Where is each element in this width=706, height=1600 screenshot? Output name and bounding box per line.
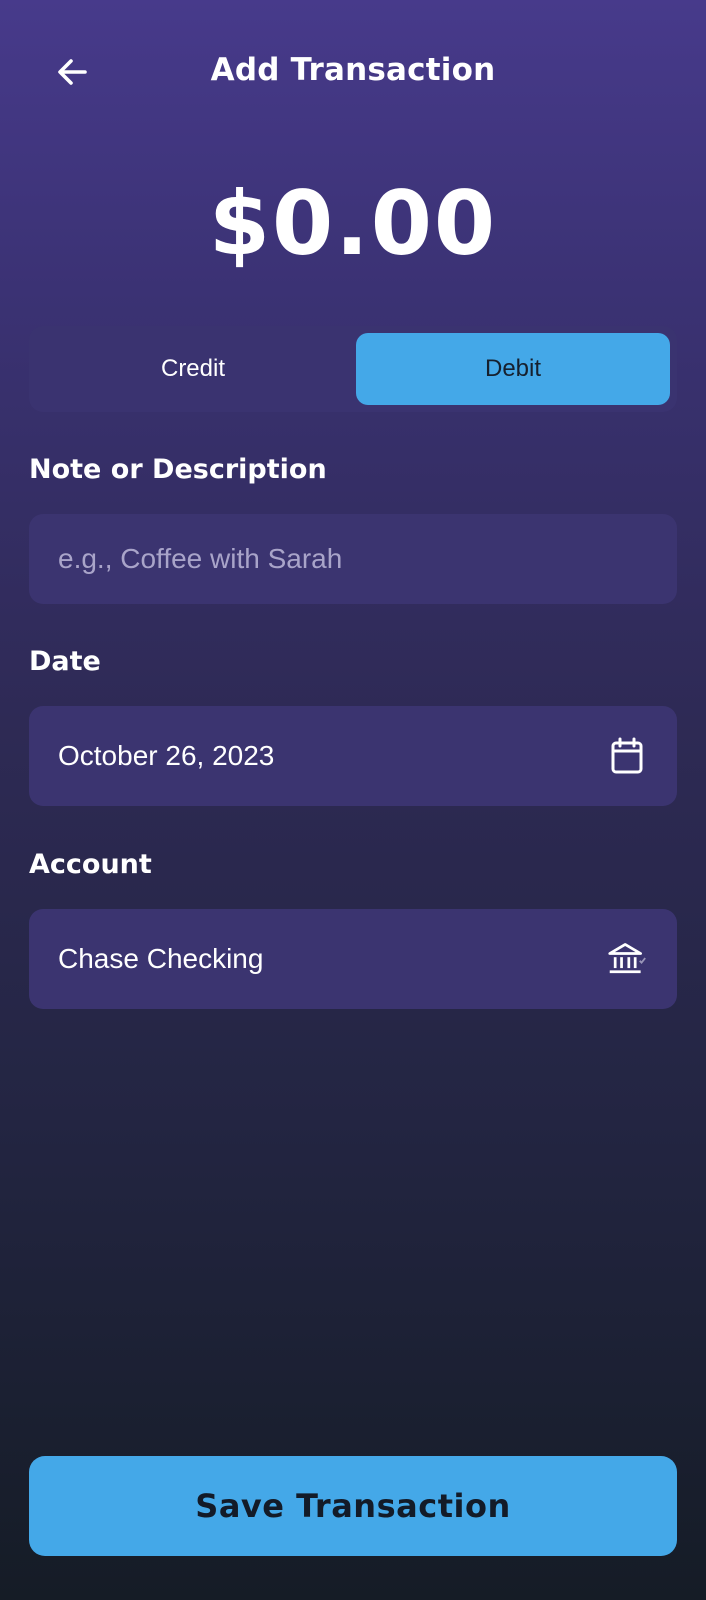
account-field[interactable]: Chase Checking (29, 909, 677, 1009)
page-title: Add Transaction (210, 52, 496, 88)
header: Add Transaction (0, 0, 706, 140)
amount-display[interactable]: $0.00 (0, 172, 706, 275)
note-field[interactable] (29, 514, 677, 604)
note-label: Note or Description (29, 454, 327, 485)
debit-option[interactable]: Debit (356, 333, 670, 405)
account-value: Chase Checking (58, 943, 264, 974)
transaction-type-toggle: Credit Debit (29, 326, 677, 412)
date-value: October 26, 2023 (58, 740, 275, 771)
note-input[interactable] (58, 543, 638, 575)
save-transaction-button[interactable]: Save Transaction (29, 1456, 677, 1556)
calendar-icon[interactable] (607, 736, 647, 776)
credit-option[interactable]: Credit (36, 333, 350, 405)
date-label: Date (29, 646, 101, 677)
account-label: Account (29, 849, 152, 880)
date-field[interactable]: October 26, 2023 (29, 706, 677, 806)
bank-icon[interactable] (607, 939, 647, 979)
